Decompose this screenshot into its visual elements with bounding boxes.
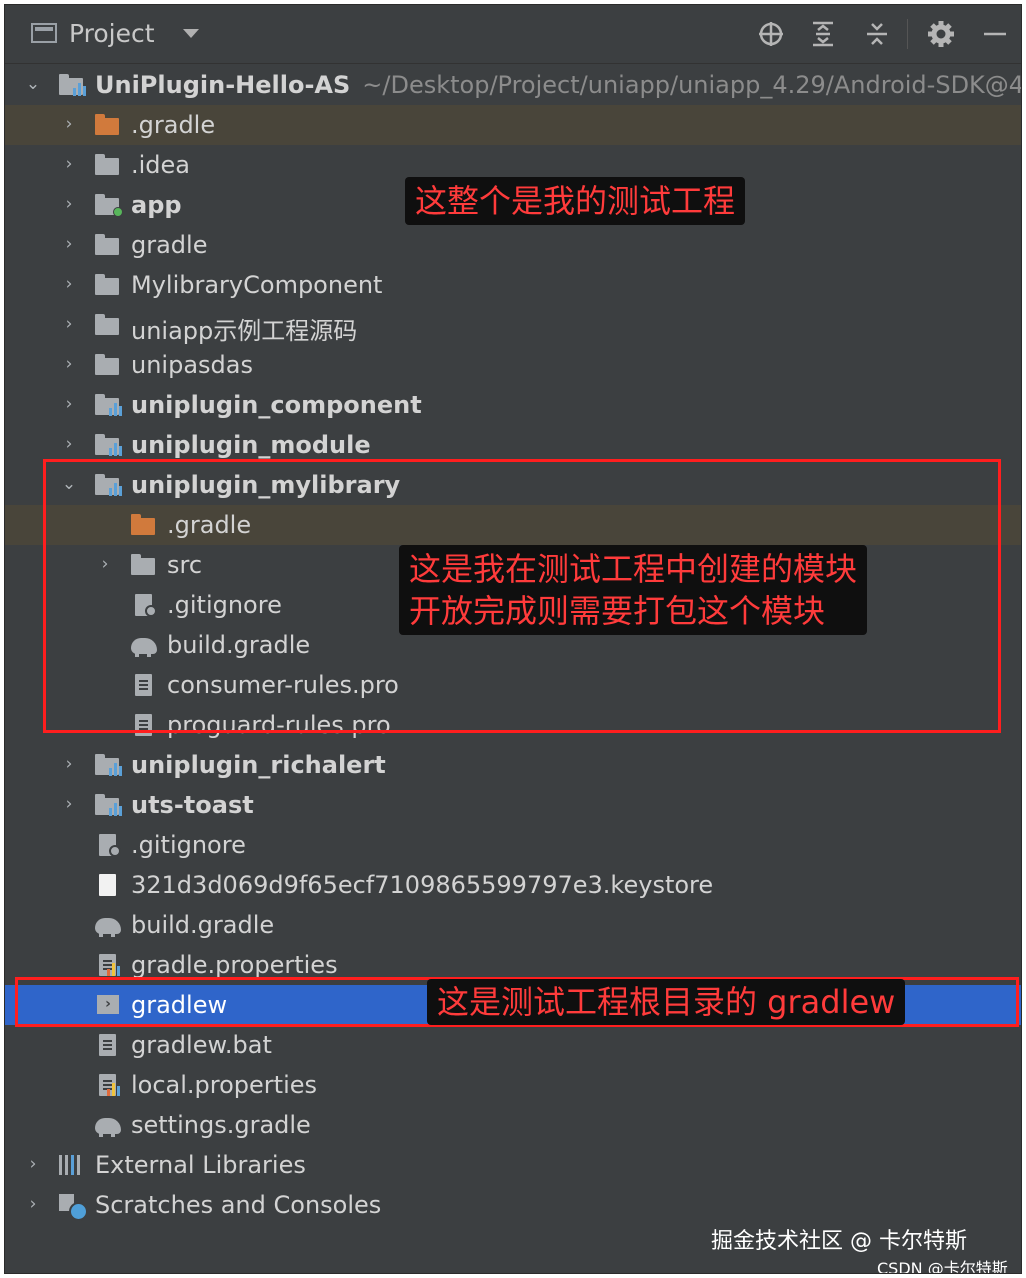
folder-icon — [95, 234, 121, 256]
gear-icon[interactable] — [925, 18, 957, 50]
tree-item-label: build.gradle — [131, 911, 275, 939]
chevron-right-icon[interactable]: › — [25, 1196, 41, 1213]
chevron-right-icon[interactable]: › — [61, 116, 77, 133]
folder-icon — [95, 154, 121, 176]
tree-item-unipasdas[interactable]: › unipasdas — [5, 345, 1021, 385]
tree-item-label: uniplugin_richalert — [131, 751, 386, 779]
chevron-right-icon[interactable]: › — [61, 396, 77, 413]
tree-item-uniapp-sample[interactable]: › uniapp示例工程源码 — [5, 305, 1021, 345]
annotation-gradlew: 这是测试工程根目录的 gradlew — [427, 979, 906, 1025]
properties-file-icon — [95, 1074, 121, 1096]
chevron-down-icon — [182, 28, 199, 38]
chevron-down-icon[interactable]: ⌄ — [25, 76, 41, 93]
library-icon — [59, 1154, 85, 1176]
tree-item-label: .idea — [131, 151, 191, 179]
chevron-right-icon[interactable]: › — [61, 196, 77, 213]
annotation-module-line1: 这是我在测试工程中创建的模块 — [409, 550, 858, 588]
project-toolbar: Project — [5, 5, 1021, 64]
tree-item-external-libraries[interactable]: › External Libraries — [5, 1145, 1021, 1185]
tree-item-label: uniplugin_component — [131, 391, 422, 419]
tree-item-label: .gitignore — [131, 831, 246, 859]
gradle-elephant-icon — [95, 914, 121, 937]
gitignore-file-icon — [95, 834, 121, 857]
expand-all-icon[interactable] — [807, 18, 839, 50]
scratch-icon — [59, 1194, 88, 1221]
module-icon — [95, 754, 122, 776]
tree-item-label: .gradle — [131, 111, 216, 139]
folder-icon — [95, 274, 121, 296]
locate-icon[interactable] — [755, 18, 787, 50]
chevron-right-icon[interactable]: › — [61, 356, 77, 373]
tree-item-label: External Libraries — [95, 1151, 306, 1179]
tree-item-label: 321d3d069d9f65ecf7109865599797e3.keystor… — [131, 871, 714, 899]
tree-item-keystore[interactable]: 321d3d069d9f65ecf7109865599797e3.keystor… — [5, 865, 1021, 905]
toolbar-separator — [907, 19, 908, 49]
folder-icon — [95, 354, 121, 376]
view-title: Project — [69, 18, 155, 48]
tree-item-uniplugin-component[interactable]: › uniplugin_component — [5, 385, 1021, 425]
folder-icon — [95, 114, 121, 136]
annotation-module: 这是我在测试工程中创建的模块 开放完成则需要打包这个模块 — [399, 545, 868, 635]
annotation-project: 这整个是我的测试工程 — [405, 177, 746, 225]
tree-item-label: settings.gradle — [131, 1111, 311, 1139]
tree-item-label: uts-toast — [131, 791, 254, 819]
file-icon — [95, 874, 121, 896]
hide-icon[interactable] — [979, 18, 1011, 50]
project-tool-window: Project ⌄ UniPlugin-Hello-AS ~/Desktop/Pr… — [4, 4, 1022, 1274]
chevron-right-icon[interactable]: › — [61, 756, 77, 773]
tree-item-label: gradle.properties — [131, 951, 338, 979]
chevron-right-icon[interactable]: › — [61, 156, 77, 173]
module-icon — [95, 394, 122, 416]
tree-root[interactable]: ⌄ UniPlugin-Hello-AS ~/Desktop/Project/un… — [5, 65, 1021, 105]
module-icon — [59, 74, 86, 96]
chevron-right-icon[interactable]: › — [61, 796, 77, 813]
watermark-juejin: 掘金技术社区 @ 卡尔特斯 — [711, 1229, 967, 1254]
view-selector[interactable]: Project — [31, 15, 199, 51]
tree-item-gradlew-bat[interactable]: gradlew.bat — [5, 1025, 1021, 1065]
tree-item-mylibrarycomponent[interactable]: › MylibraryComponent — [5, 265, 1021, 305]
tree-item-label: local.properties — [131, 1071, 318, 1099]
chevron-right-icon[interactable]: › — [61, 316, 77, 333]
tree-item-uts-toast[interactable]: › uts-toast — [5, 785, 1021, 825]
tree-item-root-build-gradle[interactable]: build.gradle — [5, 905, 1021, 945]
tree-item-label: uniapp示例工程源码 — [131, 317, 358, 345]
app-module-icon — [95, 194, 123, 217]
watermark-csdn: CSDN @卡尔特斯 — [877, 1259, 1008, 1274]
tree-item-scratches[interactable]: › Scratches and Consoles — [5, 1185, 1021, 1225]
tree-item-label: MylibraryComponent — [131, 271, 383, 299]
chevron-right-icon[interactable]: › — [61, 276, 77, 293]
folder-icon — [95, 314, 121, 336]
tree-item-label: unipasdas — [131, 351, 253, 379]
chevron-right-icon[interactable]: › — [61, 236, 77, 253]
module-icon — [95, 434, 122, 456]
collapse-all-icon[interactable] — [861, 18, 893, 50]
tree-item-label: Scratches and Consoles — [95, 1191, 382, 1219]
module-icon — [95, 794, 122, 816]
tree-item-gradle[interactable]: › gradle — [5, 225, 1021, 265]
root-name: UniPlugin-Hello-AS — [95, 71, 351, 99]
gradle-elephant-icon — [95, 1114, 121, 1137]
chevron-right-icon[interactable]: › — [61, 436, 77, 453]
root-path: ~/Desktop/Project/uniapp/uniapp_4.29/And… — [362, 71, 1022, 99]
tree-item-root-gitignore[interactable]: .gitignore — [5, 825, 1021, 865]
annotation-module-line2: 开放完成则需要打包这个模块 — [409, 592, 826, 630]
tree-item-label: gradle — [131, 231, 208, 259]
project-view-icon — [31, 23, 57, 43]
tree-item-label: gradlew.bat — [131, 1031, 272, 1059]
tree-item-label: app — [131, 191, 182, 219]
tree-item-label: uniplugin_module — [131, 431, 371, 459]
text-file-icon — [95, 1034, 121, 1056]
properties-file-icon — [95, 954, 121, 976]
tree-item-uniplugin-richalert[interactable]: › uniplugin_richalert — [5, 745, 1021, 785]
chevron-right-icon[interactable]: › — [25, 1156, 41, 1173]
tree-item-gradle-dir[interactable]: › .gradle — [5, 105, 1021, 145]
tree-item-settings-gradle[interactable]: settings.gradle — [5, 1105, 1021, 1145]
tree-item-local-properties[interactable]: local.properties — [5, 1065, 1021, 1105]
